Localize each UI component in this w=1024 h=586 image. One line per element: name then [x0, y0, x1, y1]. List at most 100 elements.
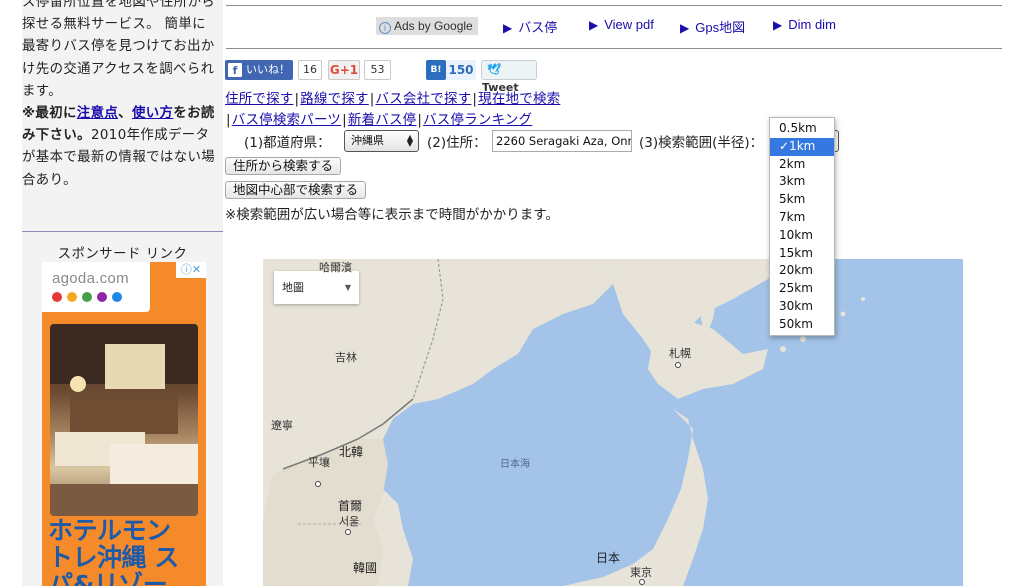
top-link-label: バス停 — [518, 20, 558, 35]
city-dot-icon — [675, 362, 681, 368]
place-south-korea: 韓國 — [353, 561, 378, 575]
place-jilin: 吉林 — [335, 351, 357, 364]
play-arrow-icon: ▶ — [589, 18, 599, 32]
notice-line2a: み下さい。 — [22, 128, 91, 144]
map-land — [263, 259, 865, 586]
agoda-ad[interactable]: agoda.com ⓘ✕ ホテルモン トレ沖縄 ス パ&リゾー — [42, 262, 206, 586]
adchoices-icon[interactable]: ⓘ✕ — [176, 262, 206, 278]
intro-line: 最寄りバス停を見つけてお出か — [22, 39, 215, 55]
ads-by-google-label: Ads by Google — [394, 19, 473, 33]
nav-new-bus-stops[interactable]: 新着バス停 — [348, 112, 417, 128]
nav-separator: | — [342, 112, 347, 128]
ad-brand-dots — [52, 292, 122, 302]
nav-search-current-location[interactable]: 現在地で検索 — [478, 91, 560, 107]
caution-link[interactable]: 注意点 — [77, 106, 118, 121]
sidebar-divider — [22, 231, 223, 232]
nav-bus-stop-ranking[interactable]: バス停ランキング — [423, 112, 532, 128]
facebook-icon: f — [228, 63, 242, 77]
how-to-use-link[interactable]: 使い方 — [132, 106, 173, 121]
range-option[interactable]: 25km — [770, 280, 834, 298]
intro-line: け先の交通アクセスを調べられ — [22, 61, 215, 77]
place-seoul-big: 首爾 — [338, 499, 363, 513]
play-arrow-icon: ▶ — [503, 21, 513, 35]
notice-line: 合あり。 — [22, 172, 77, 188]
top-link-label: Dim dim — [788, 17, 836, 32]
info-icon: i — [379, 22, 391, 34]
map-type-control[interactable]: 地圖 ▼ — [274, 271, 359, 304]
ad-brand: agoda.com — [52, 270, 129, 287]
hatena-bookmark-icon[interactable]: B! — [426, 60, 446, 80]
nav-separator: | — [226, 112, 231, 128]
sponsor-title: スポンサード リンク — [57, 247, 188, 262]
search-map-center-button[interactable]: 地図中心部で検索する — [225, 181, 367, 199]
range-option[interactable]: 7km — [770, 209, 834, 227]
gplus-count: 53 — [364, 60, 391, 80]
search-by-address-button[interactable]: 住所から検索する — [225, 157, 342, 175]
ad-headline-line: パ&リゾー — [48, 570, 168, 586]
twitter-bird-icon: 🕊 — [487, 63, 501, 76]
nav-separator: | — [417, 112, 423, 128]
play-arrow-icon: ▶ — [773, 18, 783, 32]
top-link-dim-dim[interactable]: ▶ Dim dim — [773, 17, 836, 32]
city-dot-icon — [345, 529, 351, 535]
range-option[interactable]: 10km — [770, 227, 834, 245]
google-map[interactable]: 地圖 ▼ 哈爾濱 吉林 遼寧 北韓 平壤 首爾 서울 韓國 日本海 札幌 日本 … — [263, 259, 963, 586]
ad-dot-icon — [112, 292, 122, 302]
ad-dot-icon — [82, 292, 92, 302]
nav-separator: | — [472, 91, 478, 107]
ads-by-google[interactable]: i Ads by Google — [376, 17, 478, 35]
notice-prefix: ※最初に — [22, 106, 77, 122]
intro-line: 探せる無料サービス。 簡単に — [22, 17, 206, 33]
place-pyongyang: 平壤 — [308, 456, 330, 469]
top-link-gps-map[interactable]: ▶ Gps地図 — [680, 17, 745, 36]
top-link-view-pdf[interactable]: ▶ View pdf — [589, 17, 654, 32]
notice-suffix: をお読 — [173, 106, 215, 122]
nav-bus-stop-parts[interactable]: バス停検索パーツ — [232, 112, 341, 128]
range-option[interactable]: 30km — [770, 298, 834, 316]
nav-search-by-company[interactable]: バス会社で探す — [376, 91, 472, 107]
notice-line: ※最初に注意点、使い方をお読 — [22, 103, 223, 125]
hotel-room-image — [50, 324, 198, 516]
range-option[interactable]: 15km — [770, 245, 834, 263]
ad-dot-icon — [67, 292, 77, 302]
prefecture-value: 沖縄県 — [351, 134, 384, 147]
prefecture-select[interactable]: 沖縄県 ▲ ▼ — [344, 130, 419, 152]
intro-line: ス停留所位置を地図や住所から — [22, 0, 216, 10]
range-option[interactable]: 2km — [770, 156, 834, 174]
top-link-label: View pdf — [604, 17, 654, 32]
chevron-down-icon: ▼ — [344, 283, 351, 292]
top-link-bus-stop[interactable]: ▶ バス停 — [503, 17, 557, 36]
range-option[interactable]: 5km — [770, 191, 834, 209]
place-harbin: 哈爾濱 — [319, 261, 352, 274]
search-nav-row2: |バス停検索パーツ|新着バス停|バス停ランキング — [225, 108, 532, 128]
google-plus-button[interactable]: G+1 — [328, 60, 360, 80]
city-dot-icon — [639, 579, 645, 585]
loading-note: ※検索範囲が広い場合等に表示まで時間がかかります。 — [225, 207, 559, 223]
range-option[interactable]: 50km — [770, 316, 834, 334]
range-option[interactable]: 20km — [770, 262, 834, 280]
select-arrows-icon: ▲ ▼ — [406, 133, 413, 148]
facebook-like-button[interactable]: f いいね！ — [225, 60, 293, 80]
top-rule-bottom — [226, 48, 1002, 49]
place-tokyo: 東京 — [630, 566, 652, 579]
range-option-selected[interactable]: ✓1km — [770, 137, 834, 156]
place-japan: 日本 — [596, 551, 621, 565]
place-sea-of-japan: 日本海 — [500, 459, 530, 470]
notice-line2b: 2010年作成データ — [90, 128, 210, 144]
range-option[interactable]: 3km — [770, 173, 834, 191]
address-input[interactable]: 2260 Seragaki Aza, Onna — [492, 130, 632, 152]
tweet-button[interactable]: 🕊Tweet — [481, 60, 537, 94]
hatena-count[interactable]: 150 — [446, 60, 476, 80]
intro-text: ス停留所位置を地図や住所から 探せる無料サービス。 簡単に 最寄りバス停を見つけ… — [22, 0, 223, 192]
nav-separator: | — [369, 91, 375, 107]
range-option[interactable]: 0.5km — [770, 120, 834, 138]
map-type-label: 地圖 — [282, 281, 304, 294]
left-sidebar: ス停留所位置を地図や住所から 探せる無料サービス。 簡単に 最寄りバス停を見つけ… — [22, 0, 223, 586]
place-north-korea: 北韓 — [339, 445, 364, 459]
ad-headline: ホテルモン トレ沖縄 ス パ&リゾー — [48, 517, 206, 586]
intro-line: ます。 — [22, 83, 63, 99]
play-arrow-icon: ▶ — [680, 21, 690, 35]
nav-search-by-route[interactable]: 路線で探す — [300, 91, 369, 107]
nav-search-by-address[interactable]: 住所で探す — [225, 91, 294, 107]
ad-headline-line: ホテルモン — [48, 516, 171, 545]
